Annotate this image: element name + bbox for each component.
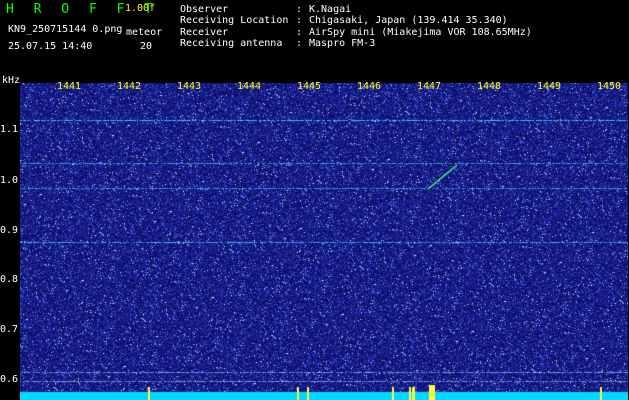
y-tick-label: 0.6 (0, 374, 19, 385)
info-observer-label: Observer (180, 4, 229, 15)
x-tick-label: 1444 (237, 81, 262, 92)
meteor-label: meteor (126, 27, 163, 38)
y-tick-label: 0.9 (0, 225, 19, 236)
x-tick-label: 1445 (297, 81, 322, 92)
y-tick-label: 0.7 (0, 324, 19, 335)
version-label: 1.00f (125, 3, 156, 14)
info-colon: : (296, 15, 303, 26)
meteor-count: 20 (140, 41, 153, 52)
y-tick-label: 1.0 (0, 175, 19, 186)
info-location-value: Chigasaki, Japan (139.414 35.340) (309, 15, 508, 26)
info-receiver-value: AirSpy mini (Miakejima VOR 108.65MHz) (309, 27, 532, 38)
header-panel: H R O F F T 1.00f KN9_250715144 0.png 25… (0, 0, 629, 80)
y-tick-label: 0.8 (0, 274, 19, 285)
x-tick-label: 1450 (597, 81, 622, 92)
x-tick-label: 1447 (417, 81, 442, 92)
spectrogram-canvas (20, 83, 628, 400)
x-tick-label: 1442 (117, 81, 142, 92)
datetime-label: 25.07.15 14:40 (8, 41, 93, 52)
info-observer-value: K.Nagai (309, 4, 352, 15)
info-antenna-label: Receiving antenna (180, 38, 283, 49)
x-tick-label: 1443 (177, 81, 202, 92)
x-tick-label: 1449 (537, 81, 562, 92)
info-location-label: Receiving Location (180, 15, 289, 26)
x-tick-label: 1441 (57, 81, 82, 92)
info-receiver-label: Receiver (180, 27, 229, 38)
info-antenna-value: Maspro FM-3 (309, 38, 376, 49)
y-axis-unit: kHz (2, 75, 21, 86)
info-colon: : (296, 4, 303, 15)
x-tick-label: 1448 (477, 81, 502, 92)
info-colon: : (296, 27, 303, 38)
filename-label: KN9_250715144 0.png (8, 24, 123, 35)
x-tick-label: 1446 (357, 81, 382, 92)
info-colon: : (296, 38, 303, 49)
y-tick-label: 1.1 (0, 124, 19, 135)
